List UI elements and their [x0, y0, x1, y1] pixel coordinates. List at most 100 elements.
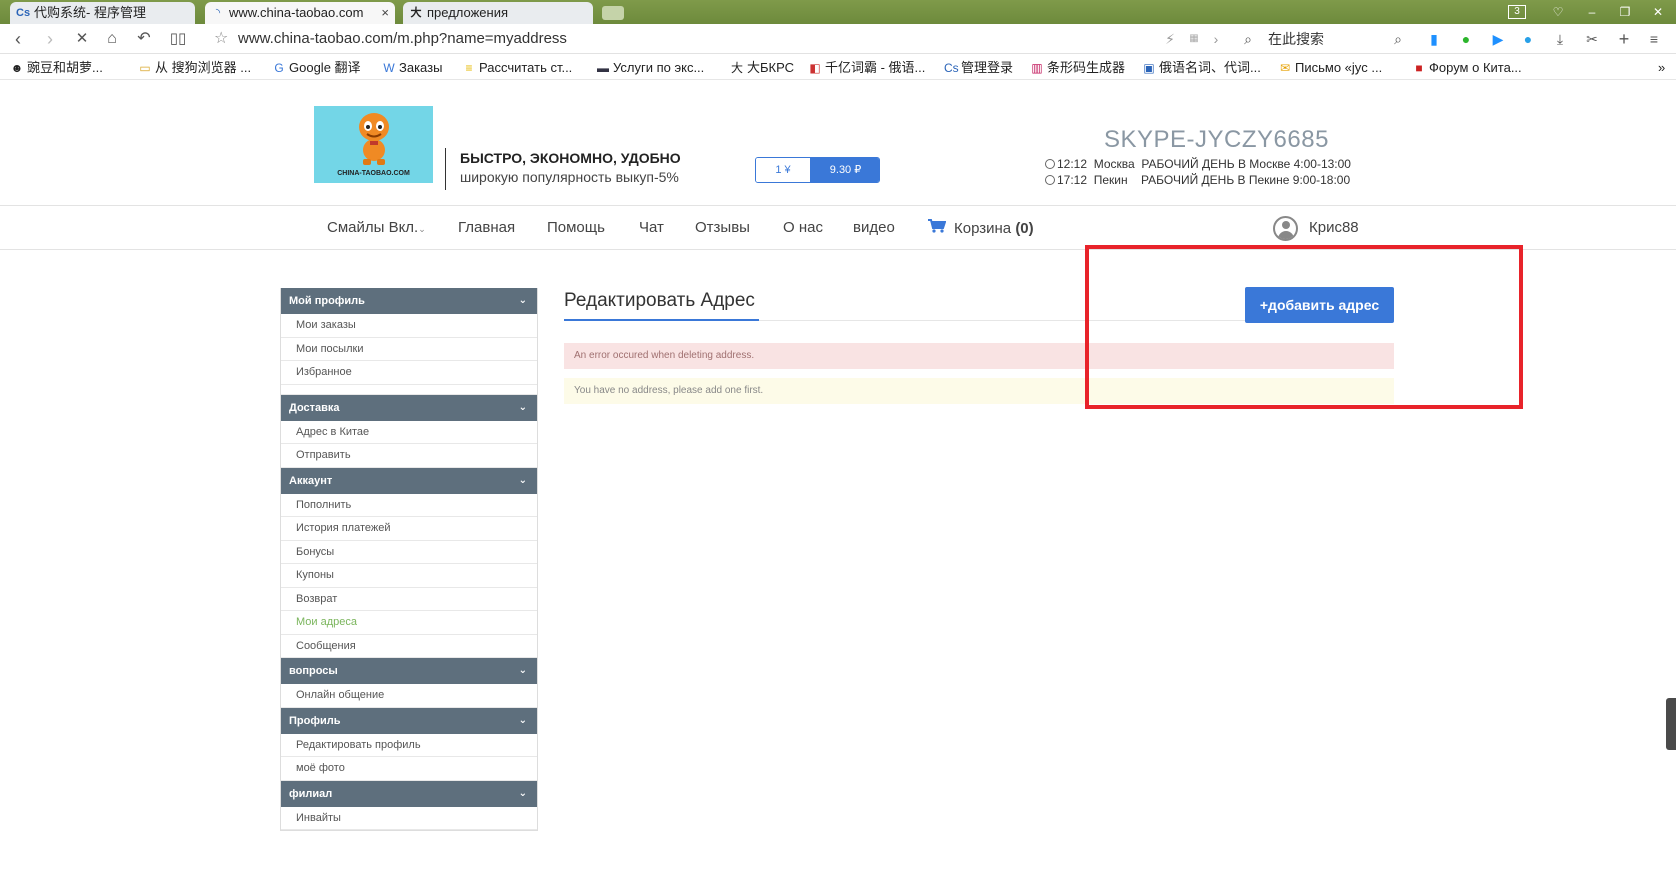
tab-label: предложения	[427, 5, 509, 20]
play-icon[interactable]: ▶	[1488, 29, 1508, 49]
reader-icon[interactable]: ▯▯	[166, 27, 190, 51]
chevron-down-icon: ⌄	[518, 665, 527, 676]
browser-tab-admin[interactable]: Cs 代购系统- 程序管理	[10, 2, 195, 24]
browser-tab-offers[interactable]: 大 предложения	[403, 2, 593, 24]
bookmark-item[interactable]: ◧ 千亿词霸 - 俄语...	[808, 55, 925, 81]
search-engine-icon[interactable]: ⌕	[1238, 29, 1258, 49]
user-avatar-icon[interactable]	[1273, 216, 1298, 241]
skype-contact: SKYPE-JYCZY6685	[1104, 126, 1329, 153]
nav-smiles[interactable]: Смайлы Вкл.⌄	[327, 219, 426, 236]
chevron-down-icon: ⌄	[518, 295, 527, 306]
nav-help[interactable]: Помощь	[547, 219, 605, 236]
bookmark-item[interactable]: ✉ Письмо «jyc ...	[1278, 55, 1382, 81]
forward-icon[interactable]: ›	[38, 27, 62, 51]
sidebar-item-orders[interactable]: Мои заказы	[281, 314, 537, 338]
sidebar-item-invites[interactable]: Инвайты	[281, 806, 537, 830]
close-tab-icon[interactable]: ×	[381, 2, 389, 24]
logo-text: CHINA-TAOBAO.COM	[337, 170, 410, 177]
car-icon: ▬	[597, 61, 609, 75]
forum-icon: ■	[1415, 61, 1423, 75]
sidebar-item-my-photo[interactable]: моё фото	[281, 757, 537, 781]
loading-icon: ◝	[215, 7, 221, 19]
sidebar-item-online-chat[interactable]: Онлайн общение	[281, 684, 537, 708]
search-icon[interactable]: ⌕	[1388, 29, 1408, 49]
nav-reviews[interactable]: Отзывы	[695, 219, 750, 236]
sidebar-item-messages[interactable]: Сообщения	[281, 634, 537, 658]
nav-home[interactable]: Главная	[458, 219, 515, 236]
sidebar-section-branch[interactable]: филиал ⌄	[281, 780, 537, 807]
username-link[interactable]: Крис88	[1309, 219, 1359, 236]
sidebar-item-topup[interactable]: Пополнить	[281, 493, 537, 517]
sidebar-item-china-address[interactable]: Адрес в Китае	[281, 420, 537, 444]
sidebar-item-coupons[interactable]: Купоны	[281, 564, 537, 588]
download-icon[interactable]: ⤓	[1550, 29, 1570, 49]
exchange-rate-widget: 1 ¥ 9.30 ₽	[755, 157, 880, 183]
bookmark-item[interactable]: ☻ 豌豆和胡萝...	[10, 55, 103, 81]
chevron-down-icon: ⌄	[518, 787, 527, 799]
add-icon[interactable]: +	[1614, 29, 1634, 49]
beijing-clock: 17:12 Пекин РАБОЧИЙ ДЕНЬ В Пекине 9:00-1…	[1045, 173, 1350, 187]
bookmark-item[interactable]: G Google 翻译	[272, 55, 360, 81]
sidebar-section-account[interactable]: Аккаунт ⌄	[281, 467, 537, 494]
bookmark-item[interactable]: ▬ Услуги по экс...	[596, 55, 704, 81]
chevron-down-icon: ⌄	[418, 224, 426, 234]
browser-search-input[interactable]: 在此搜索	[1268, 29, 1438, 49]
chevron-right-icon[interactable]: ›	[1206, 29, 1226, 49]
bookmark-star-icon[interactable]: ☆	[214, 28, 228, 48]
back-icon[interactable]: ‹	[6, 27, 30, 51]
sidebar-section-my-profile[interactable]: Мой профиль ⌄	[281, 288, 537, 314]
page-scrollbar[interactable]	[1666, 698, 1676, 750]
rate-rub: 9.30 ₽	[810, 158, 879, 182]
sidebar-item-my-addresses[interactable]: Мои адреса	[281, 611, 537, 635]
browser-tab-bar: Cs 代购系统- 程序管理 ◝ www.china-taobao.com × 大…	[0, 0, 1676, 24]
flash-icon[interactable]: ⚡	[1160, 29, 1180, 49]
tab-count-badge[interactable]: 3	[1508, 5, 1526, 19]
nav-video[interactable]: видео	[853, 219, 895, 236]
sidebar-section-profile[interactable]: Профиль ⌄	[281, 707, 537, 734]
sidebar-section-delivery[interactable]: Доставка ⌄	[281, 394, 537, 421]
tab-label: 代购系统- 程序管理	[34, 5, 146, 20]
skin-icon[interactable]: ♡	[1543, 0, 1573, 24]
slogan-title: БЫСТРО, ЭКОНОМНО, УДОБНО	[460, 150, 681, 166]
account-sidebar: Мой профиль ⌄ Мои заказы Мои посылки Избр…	[280, 288, 538, 831]
sidebar-item-favorites[interactable]: Избранное	[281, 361, 537, 385]
undo-icon[interactable]: ↶	[132, 27, 156, 51]
bookmarks-more-button[interactable]: »	[1658, 55, 1665, 80]
menu-icon[interactable]: ≡	[1644, 29, 1664, 49]
restore-icon[interactable]: ❐	[1610, 0, 1640, 24]
wechat-icon[interactable]: ●	[1456, 29, 1476, 49]
bookmark-item[interactable]: W Заказы	[382, 55, 442, 81]
home-icon[interactable]: ⌂	[100, 27, 124, 51]
bookmark-item[interactable]: ▭ 从 搜狗浏览器 ...	[138, 55, 251, 81]
sidebar-item-send[interactable]: Отправить	[281, 444, 537, 468]
qr-icon[interactable]: ▦	[1184, 29, 1204, 49]
bookmark-item[interactable]: Cs 管理登录	[944, 55, 1013, 81]
tablet-icon[interactable]: ▮	[1424, 29, 1444, 49]
site-logo[interactable]: CHINA-TAOBAO.COM	[314, 106, 433, 183]
close-window-icon[interactable]: ✕	[1643, 0, 1673, 24]
scissors-icon[interactable]: ✂	[1582, 29, 1602, 49]
bookmark-item[interactable]: ▣ 俄语名词、代词...	[1142, 55, 1261, 81]
sidebar-item-payment-history[interactable]: История платежей	[281, 517, 537, 541]
new-tab-button[interactable]	[602, 6, 624, 20]
sidebar-item-edit-profile[interactable]: Редактировать профиль	[281, 733, 537, 757]
sync-icon[interactable]: ●	[1518, 29, 1538, 49]
nav-chat[interactable]: Чат	[639, 219, 664, 236]
stop-loading-icon[interactable]: ✕	[70, 27, 94, 51]
mascot-icon: ☻	[10, 61, 24, 75]
bookmark-item[interactable]: ▥ 条形码生成器	[1030, 55, 1125, 81]
minimize-icon[interactable]: –	[1577, 0, 1607, 24]
browser-tab-current[interactable]: ◝ www.china-taobao.com ×	[205, 2, 395, 24]
bookmark-item[interactable]: ■ Форум о Кита...	[1412, 55, 1521, 81]
sidebar-section-questions[interactable]: вопросы ⌄	[281, 658, 537, 684]
nav-about[interactable]: О нас	[783, 219, 823, 236]
nav-cart[interactable]: Корзина (0)	[928, 219, 1034, 237]
bookmark-item[interactable]: ≡ Рассчитать ст...	[462, 55, 572, 81]
mascot-icon	[359, 113, 389, 165]
sidebar-item-refund[interactable]: Возврат	[281, 587, 537, 611]
sidebar-item-parcels[interactable]: Мои посылки	[281, 337, 537, 361]
bookmark-item[interactable]: 大大БКРС	[730, 55, 794, 81]
bkrs-icon: 大	[410, 7, 422, 19]
url-field[interactable]: www.china-taobao.com/m.php?name=myaddres…	[238, 30, 567, 47]
sidebar-item-bonuses[interactable]: Бонусы	[281, 540, 537, 564]
